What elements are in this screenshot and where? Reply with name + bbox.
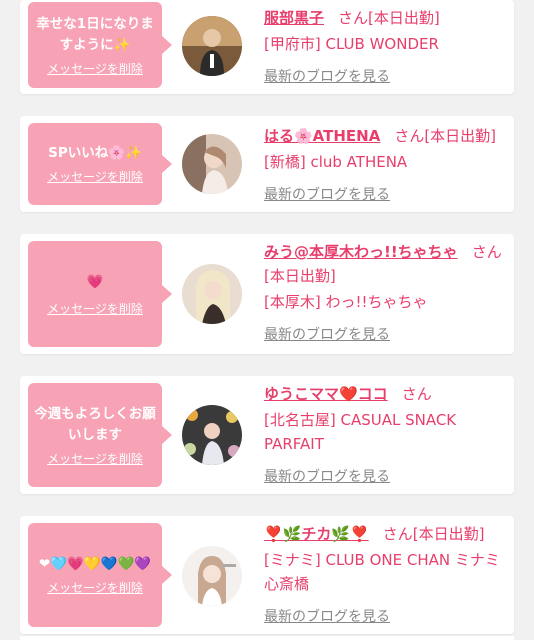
- message-card: ❤🩵💗💛💙💚💜 メッセージを削除 ❣️🌿チカ🌿❣️ さん[本日出勤] [ミナミ] …: [20, 516, 514, 634]
- delete-message-link[interactable]: メッセージを削除: [47, 61, 143, 77]
- avatar[interactable]: [182, 405, 242, 465]
- shop-name: [北名古屋] CASUAL SNACK PARFAIT: [264, 411, 457, 453]
- latest-blog-link[interactable]: 最新のブログを見る: [264, 466, 390, 486]
- cast-info: みう@本厚木わっ!!ちゃちゃ さん[本日出勤] [本厚木] わっ!!ちゃちゃ 最新…: [264, 240, 506, 344]
- message-text: ❤🩵💗💛💙💚💜: [38, 556, 152, 572]
- next-card-partial: [20, 636, 514, 640]
- delete-message-link[interactable]: メッセージを削除: [47, 169, 143, 185]
- message-card: 幸せな1日になりますように✨ メッセージを削除 服部黒子 さん[本日出勤] [甲府…: [20, 0, 514, 94]
- cast-info: ❣️🌿チカ🌿❣️ さん[本日出勤] [ミナミ] CLUB ONE CHAN ミナミ…: [264, 522, 506, 626]
- delete-message-link[interactable]: メッセージを削除: [47, 301, 143, 317]
- cast-info: ゆうこママ❤️ココ さん [北名古屋] CASUAL SNACK PARFAIT …: [264, 382, 506, 486]
- latest-blog-link[interactable]: 最新のブログを見る: [264, 184, 390, 204]
- message-bubble: ❤🩵💗💛💙💚💜 メッセージを削除: [28, 523, 172, 627]
- message-bubble: 今週もよろしくお願いします メッセージを削除: [28, 383, 172, 487]
- message-bubble: 幸せな1日になりますように✨ メッセージを削除: [28, 2, 172, 88]
- cast-name-link[interactable]: 服部黒子: [264, 9, 324, 27]
- cast-name-link[interactable]: みう@本厚木わっ!!ちゃちゃ: [264, 243, 458, 261]
- shop-name: [甲府市] CLUB WONDER: [264, 35, 439, 53]
- message-bubble: SPいいね🌸✨ メッセージを削除: [28, 123, 172, 205]
- latest-blog-link[interactable]: 最新のブログを見る: [264, 606, 390, 626]
- message-bubble: 💗 メッセージを削除: [28, 241, 172, 347]
- avatar[interactable]: [182, 546, 242, 606]
- shop-name: [本厚木] わっ!!ちゃちゃ: [264, 293, 428, 311]
- cast-info: 服部黒子 さん[本日出勤] [甲府市] CLUB WONDER 最新のブログを見る: [264, 6, 506, 86]
- cast-suffix: さん[本日出勤]: [394, 127, 497, 145]
- cast-suffix: さん[本日出勤]: [382, 525, 485, 543]
- message-text: 💗: [86, 273, 104, 290]
- cast-info: はる🌸ATHENA さん[本日出勤] [新橋] club ATHENA 最新のブロ…: [264, 124, 506, 204]
- cast-suffix: さん: [401, 385, 432, 403]
- cast-name-link[interactable]: はる🌸ATHENA: [264, 127, 380, 145]
- delete-message-link[interactable]: メッセージを削除: [47, 451, 143, 467]
- latest-blog-link[interactable]: 最新のブログを見る: [264, 324, 390, 344]
- shop-name: [新橋] club ATHENA: [264, 153, 408, 171]
- message-text: SPいいね🌸✨: [48, 145, 142, 161]
- delete-message-link[interactable]: メッセージを削除: [47, 580, 143, 596]
- message-text: 今週もよろしくお願いします: [34, 405, 156, 443]
- cast-name-link[interactable]: ゆうこママ❤️ココ: [264, 385, 388, 403]
- cast-name-link[interactable]: ❣️🌿チカ🌿❣️: [264, 525, 369, 543]
- avatar[interactable]: [182, 264, 242, 324]
- message-card: 今週もよろしくお願いします メッセージを削除 ゆうこママ❤️ココ さん [北名古屋…: [20, 376, 514, 494]
- avatar[interactable]: [182, 134, 242, 194]
- latest-blog-link[interactable]: 最新のブログを見る: [264, 66, 390, 86]
- cast-suffix: さん[本日出勤]: [338, 9, 440, 27]
- message-card: SPいいね🌸✨ メッセージを削除 はる🌸ATHENA さん[本日出勤] [新橋] …: [20, 116, 514, 212]
- avatar[interactable]: [182, 16, 242, 76]
- message-card: 💗 メッセージを削除 みう@本厚木わっ!!ちゃちゃ さん[本日出勤] [本厚木] …: [20, 234, 514, 354]
- shop-name: [ミナミ] CLUB ONE CHAN ミナミ 心斎橋: [264, 551, 500, 593]
- message-text: 幸せな1日になりますように✨: [36, 15, 154, 53]
